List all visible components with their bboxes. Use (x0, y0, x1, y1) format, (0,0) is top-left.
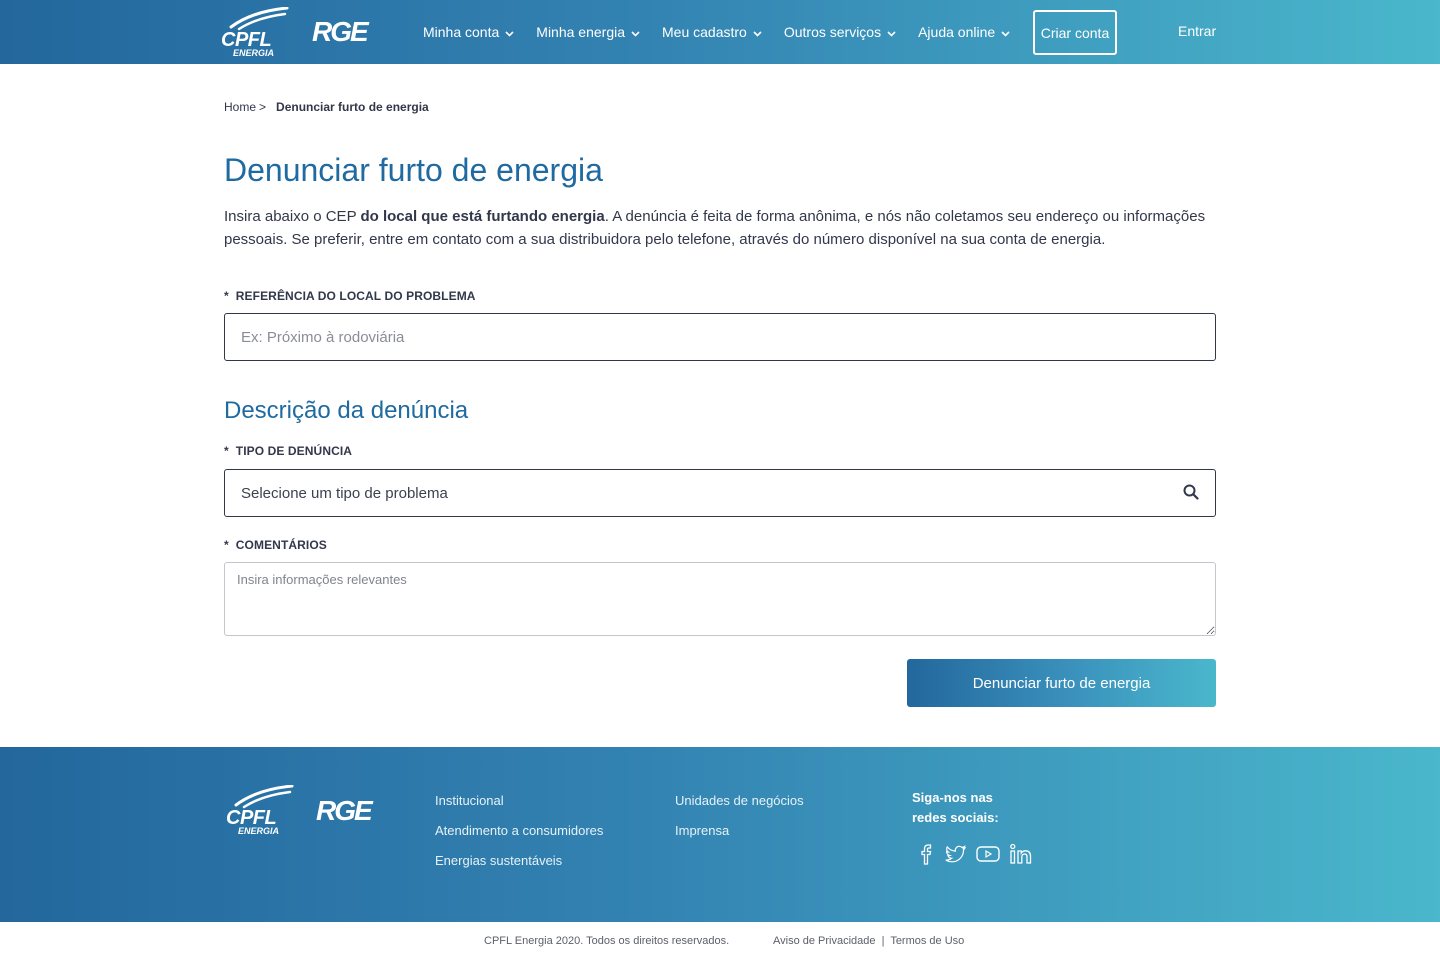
intro-text: Insira abaixo o CEP do local que está fu… (224, 205, 1216, 251)
required-mark: * (224, 538, 229, 552)
referencia-label: * Referência do local do problema (224, 289, 476, 303)
breadcrumb: Home > Denunciar furto de energia (224, 100, 429, 114)
nav-label: Outros serviços (783, 24, 882, 40)
comentarios-textarea[interactable] (224, 562, 1216, 636)
entrar-link[interactable]: Entrar (1178, 23, 1216, 39)
tipo-denuncia-label-text: Tipo de denúncia (235, 444, 353, 458)
footer-link-energias[interactable]: Energias sustentáveis (435, 852, 603, 869)
referencia-input[interactable] (224, 313, 1216, 361)
cpfl-logo[interactable]: CPFL ENERGIA (219, 7, 289, 59)
denunciar-submit-button[interactable]: Denunciar furto de energia (907, 659, 1216, 707)
tipo-denuncia-label: * Tipo de denúncia (224, 444, 352, 458)
nav-label: Minha energia (536, 24, 626, 40)
nav-outros-servicos[interactable]: Outros serviços (784, 24, 896, 40)
cpfl-swoosh-icon (229, 7, 289, 31)
rge-logo[interactable]: RGE (312, 15, 369, 49)
legal-divider: | (881, 935, 885, 947)
page-title: Denunciar furto de energia (224, 152, 603, 188)
footer-links-col-1: Institucional Atendimento a consumidores… (435, 792, 603, 882)
breadcrumb-home[interactable]: Home (224, 100, 256, 114)
footer: CPFL ENERGIA RGE Institucional Atendimen… (0, 747, 1440, 922)
cpfl-logo-subtext: ENERGIA (233, 48, 275, 58)
comentarios-label: * Comentários (224, 538, 327, 552)
nav-ajuda-online[interactable]: Ajuda online (918, 24, 1010, 40)
tipo-denuncia-placeholder: Selecione um tipo de problema (241, 484, 448, 502)
legal-links: Aviso de Privacidade | Termos de Uso (773, 935, 964, 947)
chevron-down-icon (887, 30, 896, 37)
footer-cpfl-logo[interactable]: CPFL ENERGIA (224, 785, 294, 837)
bottom-bar: CPFL Energia 2020. Todos os direitos res… (0, 922, 1440, 978)
referencia-label-text: Referência do local do problema (235, 289, 476, 303)
criar-conta-button[interactable]: Criar conta (1033, 10, 1117, 55)
cpfl-swoosh-icon (234, 785, 294, 809)
footer-rge-logo[interactable]: RGE (316, 794, 373, 828)
terms-link[interactable]: Termos de Uso (890, 935, 964, 947)
facebook-icon[interactable] (918, 843, 936, 865)
intro-text-bold: do local que está furtando energia (360, 208, 605, 225)
chevron-down-icon (1001, 30, 1010, 37)
cpfl-logo-subtext: ENERGIA (238, 826, 280, 836)
tipo-denuncia-select[interactable]: Selecione um tipo de problema (224, 469, 1216, 517)
chevron-down-icon (753, 30, 762, 37)
required-mark: * (224, 289, 229, 303)
footer-link-institucional[interactable]: Institucional (435, 792, 603, 809)
main-nav: Minha conta Minha energia Meu cadastro O… (423, 0, 1032, 64)
intro-text-start: Insira abaixo o CEP (224, 208, 361, 225)
top-header: CPFL ENERGIA RGE Minha conta Minha energ… (0, 0, 1440, 64)
nav-minha-energia[interactable]: Minha energia (536, 24, 640, 40)
nav-label: Meu cadastro (662, 24, 747, 40)
footer-link-atendimento[interactable]: Atendimento a consumidores (435, 822, 603, 839)
required-mark: * (224, 444, 229, 458)
youtube-icon[interactable] (976, 845, 1000, 863)
breadcrumb-separator: > (259, 100, 267, 114)
section-title-descricao: Descrição da denúncia (224, 397, 469, 424)
social-icons (918, 843, 1042, 865)
linkedin-icon[interactable] (1009, 843, 1033, 865)
footer-link-unidades[interactable]: Unidades de negócios (675, 792, 804, 809)
nav-minha-conta[interactable]: Minha conta (423, 24, 514, 40)
privacy-link[interactable]: Aviso de Privacidade (773, 935, 876, 947)
comentarios-label-text: Comentários (235, 538, 327, 552)
chevron-down-icon (631, 30, 640, 37)
twitter-icon[interactable] (945, 844, 967, 864)
nav-label: Minha conta (423, 24, 500, 40)
search-icon[interactable] (1183, 484, 1199, 500)
chevron-down-icon (505, 30, 514, 37)
nav-meu-cadastro[interactable]: Meu cadastro (662, 24, 762, 40)
breadcrumb-current: Denunciar furto de energia (276, 100, 429, 114)
footer-links-col-2: Unidades de negócios Imprensa (675, 792, 804, 852)
copyright-text: CPFL Energia 2020. Todos os direitos res… (484, 935, 730, 947)
footer-link-imprensa[interactable]: Imprensa (675, 822, 804, 839)
social-title: Siga-nos nas redes sociais: (912, 790, 999, 825)
nav-label: Ajuda online (918, 24, 996, 40)
